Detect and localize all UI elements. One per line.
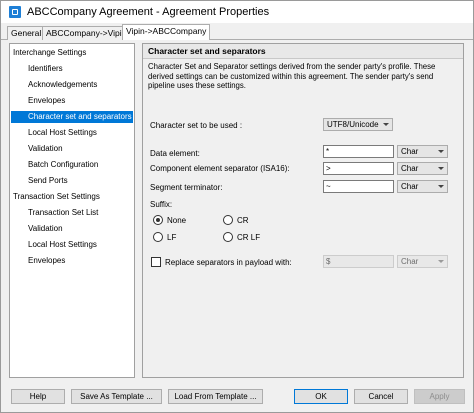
tree-item-transaction-set-list[interactable]: Transaction Set List bbox=[28, 207, 98, 219]
component-separator-label: Component element separator (ISA16): bbox=[150, 164, 290, 173]
charset-label: Character set to be used : bbox=[150, 121, 243, 130]
replace-separators-input[interactable]: $ bbox=[323, 255, 394, 268]
settings-tree: Interchange Settings Identifiers Acknowl… bbox=[9, 43, 135, 378]
chevron-down-icon bbox=[438, 260, 444, 263]
tree-item-character-set-and-separators[interactable]: Character set and separators bbox=[11, 111, 133, 123]
suffix-none-radio[interactable] bbox=[153, 215, 163, 225]
tab-vipin-to-abccompany[interactable]: Vipin->ABCCompany bbox=[122, 24, 211, 40]
charset-select[interactable]: UTF8/Unicode bbox=[323, 118, 393, 131]
component-separator-type-value: Char bbox=[401, 164, 419, 173]
tab-strip: General ABCCompany->Vipin Vipin->ABCComp… bbox=[1, 24, 473, 40]
ok-button[interactable]: OK bbox=[294, 389, 348, 404]
app-icon bbox=[9, 6, 21, 18]
component-separator-type-select[interactable]: Char bbox=[397, 162, 448, 175]
apply-button[interactable]: Apply bbox=[414, 389, 465, 404]
tree-item-batch-configuration[interactable]: Batch Configuration bbox=[28, 159, 98, 171]
tree-item-send-ports[interactable]: Send Ports bbox=[28, 175, 68, 187]
segment-terminator-type-select[interactable]: Char bbox=[397, 180, 448, 193]
help-button[interactable]: Help bbox=[11, 389, 65, 404]
suffix-none-label: None bbox=[167, 216, 187, 225]
chevron-down-icon bbox=[438, 185, 444, 188]
tree-item-local-host-settings[interactable]: Local Host Settings bbox=[28, 127, 97, 139]
suffix-label: Suffix: bbox=[150, 200, 173, 209]
data-element-type-value: Char bbox=[401, 147, 419, 156]
load-from-template-button[interactable]: Load From Template ... bbox=[168, 389, 263, 404]
cancel-button[interactable]: Cancel bbox=[354, 389, 408, 404]
suffix-lf-label: LF bbox=[167, 233, 177, 242]
replace-separators-type-value: Char bbox=[401, 257, 419, 266]
window-title: ABCCompany Agreement - Agreement Propert… bbox=[27, 6, 270, 18]
data-element-type-select[interactable]: Char bbox=[397, 145, 448, 158]
tree-item-identifiers[interactable]: Identifiers bbox=[28, 63, 63, 75]
data-element-input[interactable]: * bbox=[323, 145, 394, 158]
settings-panel: Character set and separators Character S… bbox=[142, 43, 464, 378]
charset-value: UTF8/Unicode bbox=[327, 120, 379, 129]
panel-header: Character set and separators bbox=[143, 44, 463, 59]
tree-item-transaction-envelopes[interactable]: Envelopes bbox=[28, 255, 65, 267]
suffix-crlf-label: CR LF bbox=[237, 233, 261, 242]
data-element-label: Data element: bbox=[150, 149, 200, 158]
replace-separators-type-select[interactable]: Char bbox=[397, 255, 448, 268]
component-separator-input[interactable]: > bbox=[323, 162, 394, 175]
chevron-down-icon bbox=[438, 150, 444, 153]
tree-group-interchange-settings[interactable]: Interchange Settings bbox=[13, 47, 86, 59]
save-as-template-button[interactable]: Save As Template ... bbox=[71, 389, 162, 404]
tree-item-validation[interactable]: Validation bbox=[28, 143, 63, 155]
tree-item-transaction-validation[interactable]: Validation bbox=[28, 223, 63, 235]
tab-abccompany-to-vipin[interactable]: ABCCompany->Vipin bbox=[42, 26, 131, 40]
suffix-crlf-radio[interactable] bbox=[223, 232, 233, 242]
tree-item-transaction-local-host-settings[interactable]: Local Host Settings bbox=[28, 239, 97, 251]
title-bar: ABCCompany Agreement - Agreement Propert… bbox=[1, 1, 473, 23]
chevron-down-icon bbox=[438, 167, 444, 170]
suffix-cr-label: CR bbox=[237, 216, 249, 225]
replace-separators-checkbox[interactable] bbox=[151, 257, 161, 267]
panel-description: Character Set and Separator settings der… bbox=[148, 62, 436, 90]
suffix-lf-radio[interactable] bbox=[153, 232, 163, 242]
tree-group-transaction-set-settings[interactable]: Transaction Set Settings bbox=[13, 191, 100, 203]
tab-general[interactable]: General bbox=[7, 26, 46, 40]
tree-item-envelopes[interactable]: Envelopes bbox=[28, 95, 65, 107]
segment-terminator-input[interactable]: ~ bbox=[323, 180, 394, 193]
segment-terminator-label: Segment terminator: bbox=[150, 183, 223, 192]
chevron-down-icon bbox=[383, 123, 389, 126]
tree-item-acknowledgements[interactable]: Acknowledgements bbox=[28, 79, 97, 91]
agreement-properties-window: ABCCompany Agreement - Agreement Propert… bbox=[0, 0, 474, 413]
segment-terminator-type-value: Char bbox=[401, 182, 419, 191]
replace-separators-label: Replace separators in payload with: bbox=[165, 258, 292, 267]
suffix-cr-radio[interactable] bbox=[223, 215, 233, 225]
